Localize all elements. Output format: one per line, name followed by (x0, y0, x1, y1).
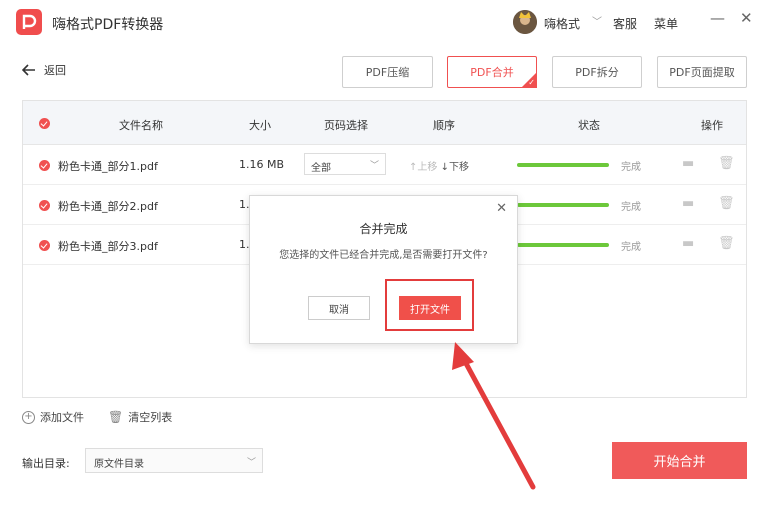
plus-icon: + (22, 410, 35, 424)
close-icon[interactable]: ✕ (496, 201, 507, 216)
header-page-select: 页码选择 (324, 119, 368, 132)
table-row: 粉色卡通_部分1.pdf 1.16 MB 全部 ﹀ ↑上移 ↓下移 完成 ▬ 🗑 (23, 145, 746, 185)
tab-pdf-split[interactable]: PDF拆分 (552, 56, 642, 88)
trash-icon[interactable]: 🗑 (718, 236, 735, 251)
dialog-message: 您选择的文件已经合并完成,是否需要打开文件? (279, 250, 488, 261)
trash-icon[interactable]: 🗑 (718, 156, 735, 171)
tab-pdf-compress[interactable]: PDF压缩 (342, 56, 433, 88)
close-window-button[interactable]: ✕ (740, 9, 753, 27)
order-controls: ↑上移 ↓下移 (409, 158, 469, 173)
user-avatar[interactable] (513, 10, 537, 34)
merge-complete-dialog: ✕ 合并完成 您选择的文件已经合并完成,是否需要打开文件? 取消 打开文件 (249, 195, 518, 344)
file-name: 粉色卡通_部分3.pdf (58, 240, 158, 253)
chevron-down-icon[interactable]: ﹀ (592, 13, 602, 28)
output-dir-label: 输出目录: (22, 457, 70, 470)
status-text: 完成 (621, 202, 641, 213)
file-size: 1. (239, 198, 250, 211)
page-select-dropdown[interactable]: 全部 ﹀ (304, 153, 386, 175)
minimize-button[interactable]: — (710, 9, 725, 27)
chevron-down-icon: ﹀ (246, 458, 256, 468)
dialog-title: 合并完成 (359, 222, 408, 236)
folder-icon[interactable]: ▬ (682, 196, 694, 211)
app-logo-icon (16, 9, 42, 35)
tab-pdf-merge[interactable]: PDF合并 ✓ (447, 56, 537, 88)
file-name: 粉色卡通_部分1.pdf (58, 160, 158, 173)
username[interactable]: 嗨格式 (544, 15, 580, 32)
progress-bar (517, 203, 609, 207)
table-header: 文件名称 大小 页码选择 顺序 状态 操作 (23, 101, 746, 145)
file-size: 1.16 MB (239, 158, 285, 171)
move-up-button[interactable]: ↑上移 (409, 162, 437, 173)
back-label: 返回 (44, 64, 66, 77)
select-all-checkbox[interactable] (39, 118, 50, 129)
row-checkbox[interactable] (39, 200, 50, 211)
header-action: 操作 (701, 119, 723, 132)
header-file-name: 文件名称 (119, 119, 163, 132)
clear-list-button[interactable]: 🗑 清空列表 (108, 409, 172, 425)
check-icon: ✓ (528, 78, 535, 87)
move-down-button[interactable]: ↓下移 (441, 162, 469, 173)
back-button[interactable]: 返回 (22, 62, 66, 78)
progress-bar (517, 163, 609, 167)
trash-icon: 🗑 (108, 410, 124, 424)
arrow-left-icon (22, 64, 35, 76)
row-checkbox[interactable] (39, 240, 50, 251)
output-dir-select[interactable]: 原文件目录 ﹀ (85, 448, 263, 473)
chevron-down-icon: ﹀ (369, 161, 379, 171)
file-name: 粉色卡通_部分2.pdf (58, 200, 158, 213)
highlight-box (385, 279, 474, 331)
cancel-button[interactable]: 取消 (308, 296, 370, 320)
row-checkbox[interactable] (39, 160, 50, 171)
header-status: 状态 (578, 119, 600, 132)
status-text: 完成 (621, 162, 641, 173)
progress-bar (517, 243, 609, 247)
status-text: 完成 (621, 242, 641, 253)
title-bar: 嗨格式PDF转换器 嗨格式 ﹀ 客服 菜单 — ✕ (0, 0, 768, 44)
start-merge-button[interactable]: 开始合并 (612, 442, 747, 479)
tab-pdf-page-extract[interactable]: PDF页面提取 (657, 56, 747, 88)
customer-service-link[interactable]: 客服 (613, 15, 637, 32)
add-file-button[interactable]: + 添加文件 (22, 409, 84, 425)
app-title: 嗨格式PDF转换器 (52, 17, 164, 33)
trash-icon[interactable]: 🗑 (718, 196, 735, 211)
header-size: 大小 (249, 119, 271, 132)
header-order: 顺序 (433, 119, 455, 132)
folder-icon[interactable]: ▬ (682, 236, 694, 251)
file-size: 1. (239, 238, 250, 251)
folder-icon[interactable]: ▬ (682, 156, 694, 171)
menu-link[interactable]: 菜单 (654, 15, 678, 32)
